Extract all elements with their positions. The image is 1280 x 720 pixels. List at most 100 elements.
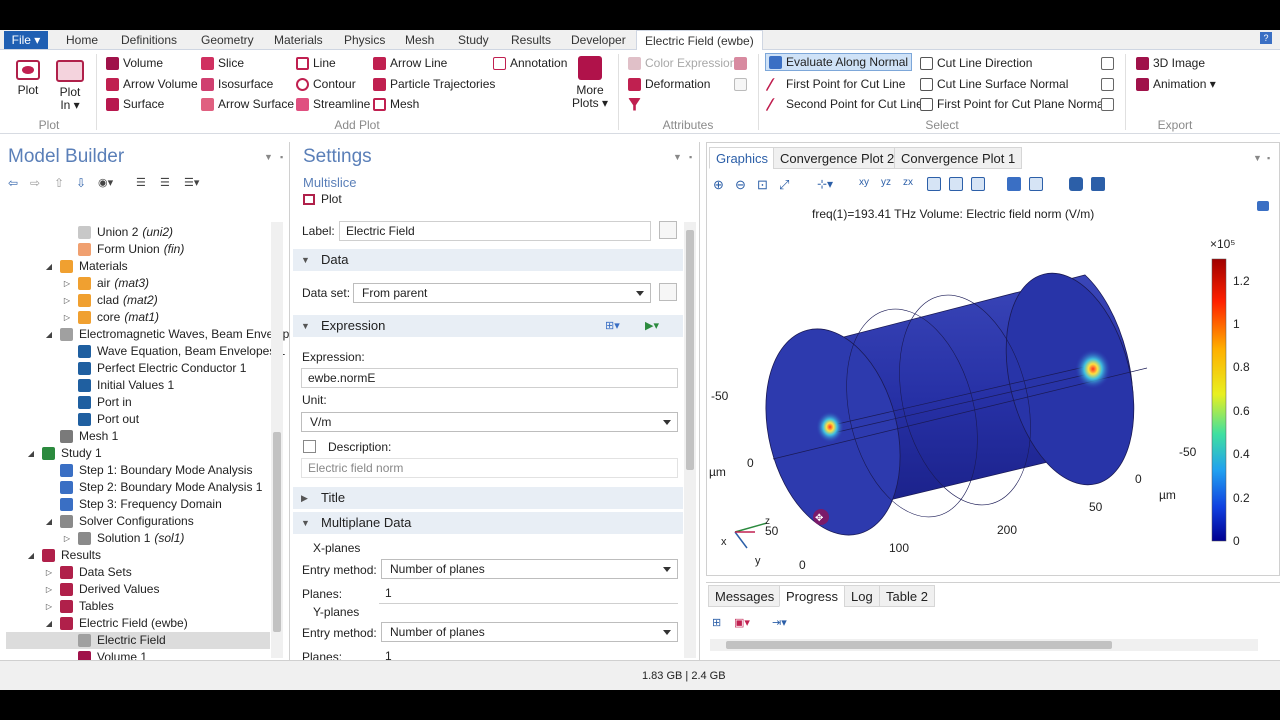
settings-scroll-thumb[interactable] [686, 230, 694, 470]
tree-toggle-icon[interactable]: ▷ [62, 309, 72, 326]
tree-item[interactable]: ▷ Solution 1 (sol1) [62, 530, 184, 547]
tree-toggle-icon[interactable]: ◢ [44, 326, 54, 343]
planes-field-y[interactable]: 1 [379, 647, 678, 663]
tree-item[interactable]: ◢ Electromagnetic Waves, Beam Envelop [44, 326, 289, 343]
unit-select[interactable]: V/m [301, 412, 678, 432]
up-arrow-icon[interactable]: ⇧ [54, 176, 68, 190]
tree-item[interactable]: ▷ core (mat1) [62, 309, 159, 326]
add-particle-trajectories-button[interactable]: Particle Trajectories [373, 75, 495, 93]
help-icon[interactable]: ? [1260, 32, 1272, 44]
go-to-source-icon[interactable] [659, 283, 677, 301]
progress-hscroll-thumb[interactable] [726, 641, 1112, 649]
tree-item[interactable]: ▷ clad (mat2) [62, 292, 158, 309]
description-checkbox[interactable] [303, 440, 316, 453]
file-menu-button[interactable]: File ▾ [4, 31, 48, 49]
add-arrow-volume-button[interactable]: Arrow Volume [106, 75, 198, 93]
tree-toggle-icon[interactable]: ▷ [44, 564, 54, 581]
progress-hscrollbar[interactable] [710, 639, 1258, 651]
back-arrow-icon[interactable]: ⇦ [8, 176, 22, 190]
add-isosurface-button[interactable]: Isosurface [201, 75, 273, 93]
tab-electric-field[interactable]: Electric Field (ewbe) [636, 30, 763, 51]
tree-toggle-icon[interactable]: ▷ [62, 530, 72, 547]
pin-icon[interactable]: ▪ [280, 152, 283, 162]
tree-toggle-icon[interactable]: ◢ [26, 547, 36, 564]
show-menu-icon[interactable]: ◉▾ [98, 176, 113, 189]
tree-item[interactable]: ▷ Tables [44, 598, 114, 615]
pin-icon[interactable]: ▪ [689, 152, 692, 162]
replace-expression-icon[interactable]: ⊞▾ [605, 319, 620, 332]
tree-item[interactable]: Electric Field [6, 632, 270, 649]
add-annotation-button[interactable]: Annotation [493, 54, 567, 72]
data-section-header[interactable]: ▼ Data [293, 249, 683, 271]
add-surface-button[interactable]: Surface [106, 95, 164, 113]
panel-menu-icon[interactable]: ▼ [673, 152, 682, 162]
attribute-extra-icon-2[interactable] [734, 75, 751, 93]
tab-home[interactable]: Home [58, 30, 106, 50]
tree-item[interactable]: ▷ Data Sets [44, 564, 132, 581]
insert-expression-icon[interactable]: ▶▾ [645, 319, 659, 332]
tree-item[interactable]: ◢ Solver Configurations [44, 513, 194, 530]
tree-item[interactable]: ◢ Electric Field (ewbe) [44, 615, 188, 632]
progress-toolbar-icon[interactable]: ⊞ [712, 616, 721, 629]
tree-item[interactable]: Perfect Electric Conductor 1 [62, 360, 246, 377]
tab-materials[interactable]: Materials [266, 30, 331, 50]
cut-line-direction-button[interactable]: Cut Line Direction [920, 54, 1032, 72]
tree-scrollbar[interactable] [271, 222, 283, 658]
tab-progress[interactable]: Progress [779, 585, 846, 607]
dataset-select[interactable]: From parent [353, 283, 651, 303]
tree-toggle-icon[interactable]: ▷ [44, 598, 54, 615]
plot-link[interactable]: Plot [303, 192, 342, 206]
add-arrow-surface-button[interactable]: Arrow Surface [201, 95, 294, 113]
add-streamline-button[interactable]: Streamline [296, 95, 370, 113]
tree-toggle-icon[interactable]: ◢ [26, 445, 36, 462]
first-point-cut-plane-normal-button[interactable]: First Point for Cut Plane Normal [920, 95, 1106, 113]
tree-toggle-icon[interactable]: ▷ [62, 292, 72, 309]
tree-toggle-icon[interactable]: ◢ [44, 513, 54, 530]
first-point-cut-line-button[interactable]: First Point for Cut Line [765, 75, 905, 93]
export-animation-button[interactable]: Animation ▾ [1136, 75, 1216, 93]
cut-line-surface-normal-button[interactable]: Cut Line Surface Normal [920, 75, 1068, 93]
expression-field[interactable]: ewbe.normE [301, 368, 678, 388]
tree-item[interactable]: Step 1: Boundary Mode Analysis [44, 462, 252, 479]
color-expression-button[interactable]: Color Expression [628, 54, 736, 72]
label-field[interactable]: Electric Field [339, 221, 651, 241]
progress-arrows-icon[interactable]: ⇥▾ [772, 616, 787, 629]
add-line-button[interactable]: Line [296, 54, 336, 72]
settings-scrollbar[interactable] [684, 222, 696, 658]
tree-toggle-icon[interactable]: ▷ [44, 581, 54, 598]
tree-item[interactable]: Union 2 (uni2) [62, 224, 173, 241]
tab-messages[interactable]: Messages [708, 585, 782, 607]
planes-field-x[interactable]: 1 [379, 584, 678, 604]
tree-toggle-icon[interactable]: ◢ [44, 615, 54, 632]
tree-item[interactable]: Form Union (fin) [62, 241, 184, 258]
view-menu-icon[interactable]: ☰▾ [184, 176, 199, 189]
add-mesh-button[interactable]: Mesh [373, 95, 419, 113]
select-extra-button-2[interactable] [1101, 75, 1118, 93]
select-extra-button-3[interactable] [1101, 95, 1118, 113]
tree-item[interactable]: Step 3: Frequency Domain [44, 496, 222, 513]
label-edit-icon[interactable] [659, 221, 677, 239]
tree-toggle-icon[interactable]: ◢ [44, 258, 54, 275]
entry-method-select-x[interactable]: Number of planes [381, 559, 678, 579]
tab-results[interactable]: Results [503, 30, 559, 50]
tab-developer[interactable]: Developer [563, 30, 634, 50]
tree-toggle-icon[interactable]: ▷ [62, 275, 72, 292]
tree-item[interactable]: ▷ Derived Values [44, 581, 159, 598]
second-point-cut-line-button[interactable]: Second Point for Cut Line [765, 95, 923, 113]
tree-item[interactable]: ◢ Materials [44, 258, 128, 275]
tab-study[interactable]: Study [450, 30, 497, 50]
forward-arrow-icon[interactable]: ⇨ [30, 176, 44, 190]
tree-item[interactable]: ◢ Results [26, 547, 101, 564]
expression-section-header[interactable]: ▼ Expression [293, 315, 683, 337]
add-slice-button[interactable]: Slice [201, 54, 244, 72]
tab-definitions[interactable]: Definitions [113, 30, 185, 50]
entry-method-select-y[interactable]: Number of planes [381, 622, 678, 642]
tree-scroll-thumb[interactable] [273, 432, 281, 632]
tree-item[interactable]: Mesh 1 [44, 428, 118, 445]
tab-geometry[interactable]: Geometry [193, 30, 262, 50]
progress-menu-icon[interactable]: ▣▾ [734, 616, 750, 629]
tree-item[interactable]: Wave Equation, Beam Envelopes 1 [62, 343, 285, 360]
tree-item[interactable]: Port in [62, 394, 132, 411]
multiplane-section-header[interactable]: ▼ Multiplane Data [293, 512, 683, 534]
add-contour-button[interactable]: Contour [296, 75, 356, 93]
